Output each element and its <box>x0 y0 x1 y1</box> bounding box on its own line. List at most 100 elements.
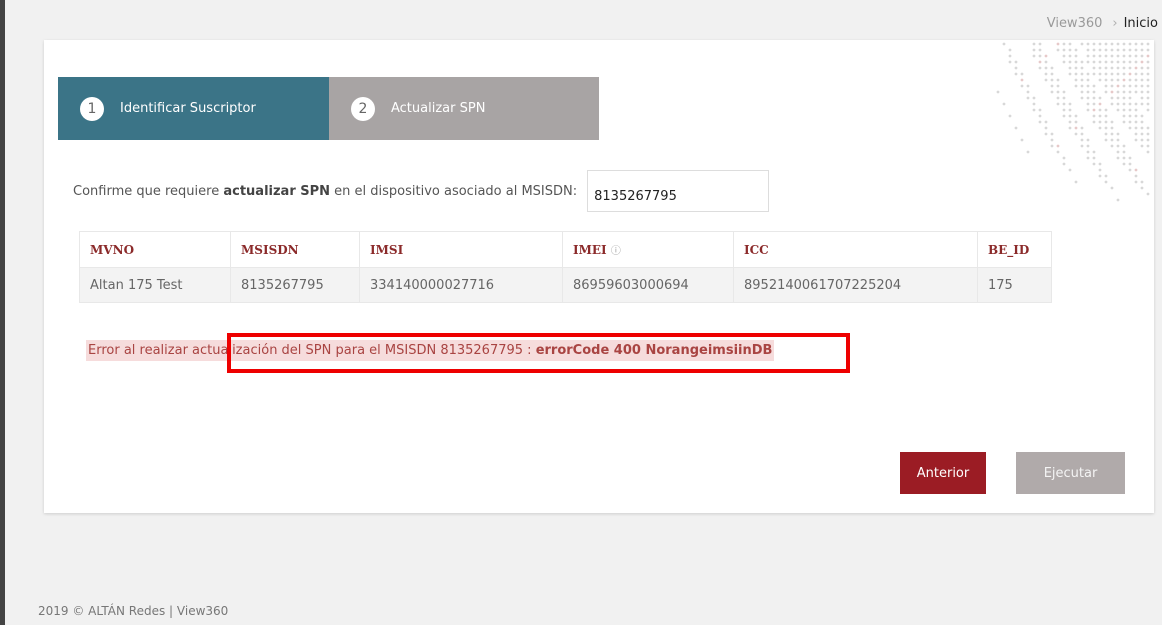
decoration-dot <box>1122 48 1126 52</box>
decoration-dot <box>1056 78 1060 82</box>
decoration-dot <box>1104 42 1108 46</box>
decoration-dot <box>1068 126 1072 130</box>
decoration-dot <box>1062 114 1066 118</box>
decoration-dot <box>1098 72 1102 76</box>
decoration-dot <box>1086 150 1090 154</box>
confirm-row: Confirme que requiere actualizar SPN en … <box>73 170 770 212</box>
decoration-dot <box>1104 72 1108 76</box>
column-header-mvno: MVNO <box>79 231 231 268</box>
decoration-dot <box>1056 150 1060 154</box>
decoration-dot <box>1080 66 1084 70</box>
decoration-dot <box>1110 60 1114 64</box>
decoration-dot <box>1104 78 1108 82</box>
decoration-dot <box>1146 138 1150 142</box>
decoration-dot <box>1104 90 1108 94</box>
decoration-dot <box>1092 156 1096 160</box>
decoration-dot <box>1140 144 1144 148</box>
decoration-dot <box>1008 60 1012 64</box>
decoration-dot <box>1110 144 1114 148</box>
previous-button[interactable]: Anterior <box>900 452 986 494</box>
decoration-dot <box>1044 126 1048 130</box>
decoration-dot <box>1146 126 1150 130</box>
decoration-dot <box>1110 102 1114 106</box>
decoration-dot <box>1074 120 1078 124</box>
decoration-dot <box>1104 120 1108 124</box>
column-header-imei: IMEI ⓘ <box>562 231 734 268</box>
decoration-dot <box>1050 144 1054 148</box>
decoration-dot <box>1020 78 1024 82</box>
decoration-dot <box>1110 126 1114 130</box>
decoration-dot <box>1080 138 1084 142</box>
decoration-dot <box>1140 78 1144 82</box>
decoration-dot <box>1062 60 1066 64</box>
decoration-dot <box>1098 96 1102 100</box>
decoration-dot <box>1116 42 1120 46</box>
decoration-dot <box>1092 96 1096 100</box>
decoration-dot <box>1140 54 1144 58</box>
decoration-dot <box>1104 180 1108 184</box>
decoration-dot <box>1086 42 1090 46</box>
step-identificar-suscriptor[interactable]: 1 Identificar Suscriptor <box>58 77 329 140</box>
decoration-dot <box>1122 84 1126 88</box>
decoration-dot <box>1098 48 1102 52</box>
decoration-dot <box>1140 180 1144 184</box>
decoration-dot <box>1146 192 1150 196</box>
decoration-dot <box>1074 54 1078 58</box>
decoration-dot <box>1032 54 1036 58</box>
decoration-dot <box>1134 54 1138 58</box>
msisdn-input[interactable] <box>587 170 770 212</box>
decoration-dot <box>1092 162 1096 166</box>
confirm-text: Confirme que requiere actualizar SPN en … <box>73 183 578 199</box>
decoration-dot <box>1086 144 1090 148</box>
decoration-dot <box>1140 96 1144 100</box>
decoration-dot <box>1122 102 1126 106</box>
decoration-dot <box>1110 84 1114 88</box>
decoration-dot <box>1134 48 1138 52</box>
decoration-dot <box>1128 162 1132 166</box>
decoration-dot <box>1062 156 1066 160</box>
decoration-dot <box>1128 90 1132 94</box>
decoration-dot <box>1128 120 1132 124</box>
decoration-dot <box>1134 126 1138 130</box>
step-actualizar-spn[interactable]: 2 Actualizar SPN <box>329 77 599 140</box>
decoration-dot <box>1122 42 1126 46</box>
main-card: 1 Identificar Suscriptor 2 Actualizar SP… <box>44 40 1154 513</box>
decoration-dot <box>1116 150 1120 154</box>
decoration-dot <box>1122 114 1126 118</box>
decoration-dot <box>1050 90 1054 94</box>
decoration-dot <box>1020 138 1024 142</box>
decoration-dot <box>1140 186 1144 190</box>
decoration-dot <box>1128 66 1132 70</box>
execute-button[interactable]: Ejecutar <box>1016 452 1125 494</box>
cell-icc: 8952140061707225204 <box>733 267 978 303</box>
decoration-dot <box>1086 156 1090 160</box>
decoration-dot <box>1038 108 1042 112</box>
breadcrumb-parent-link[interactable]: View360 <box>1047 16 1103 31</box>
decoration-dot <box>1116 108 1120 112</box>
column-header-msisdn: MSISDN <box>230 231 360 268</box>
step-label: Actualizar SPN <box>391 101 486 116</box>
chevron-right-icon: › <box>1112 16 1118 31</box>
decoration-dot <box>1032 48 1036 52</box>
decoration-dot <box>1128 126 1132 130</box>
decoration-dot <box>1050 78 1054 82</box>
decoration-dot <box>1134 108 1138 112</box>
decoration-dot <box>1044 54 1048 58</box>
decoration-dot <box>1140 102 1144 106</box>
decoration-dot <box>1134 42 1138 46</box>
decoration-dot <box>1008 54 1012 58</box>
decoration-dot <box>1080 42 1084 46</box>
decoration-dot <box>1122 156 1126 160</box>
decoration-dot <box>1122 72 1126 76</box>
decoration-dot <box>1098 108 1102 112</box>
info-icon[interactable]: ⓘ <box>611 246 621 257</box>
step-label: Identificar Suscriptor <box>120 101 256 116</box>
decoration-dot <box>1116 90 1120 94</box>
decoration-dot <box>1146 84 1150 88</box>
decoration-dot <box>1080 132 1084 136</box>
decoration-dot <box>1110 66 1114 70</box>
decoration-dot <box>1062 54 1066 58</box>
decoration-dot <box>1026 96 1030 100</box>
decoration-dot <box>1080 126 1084 130</box>
decoration-dot <box>1014 72 1018 76</box>
